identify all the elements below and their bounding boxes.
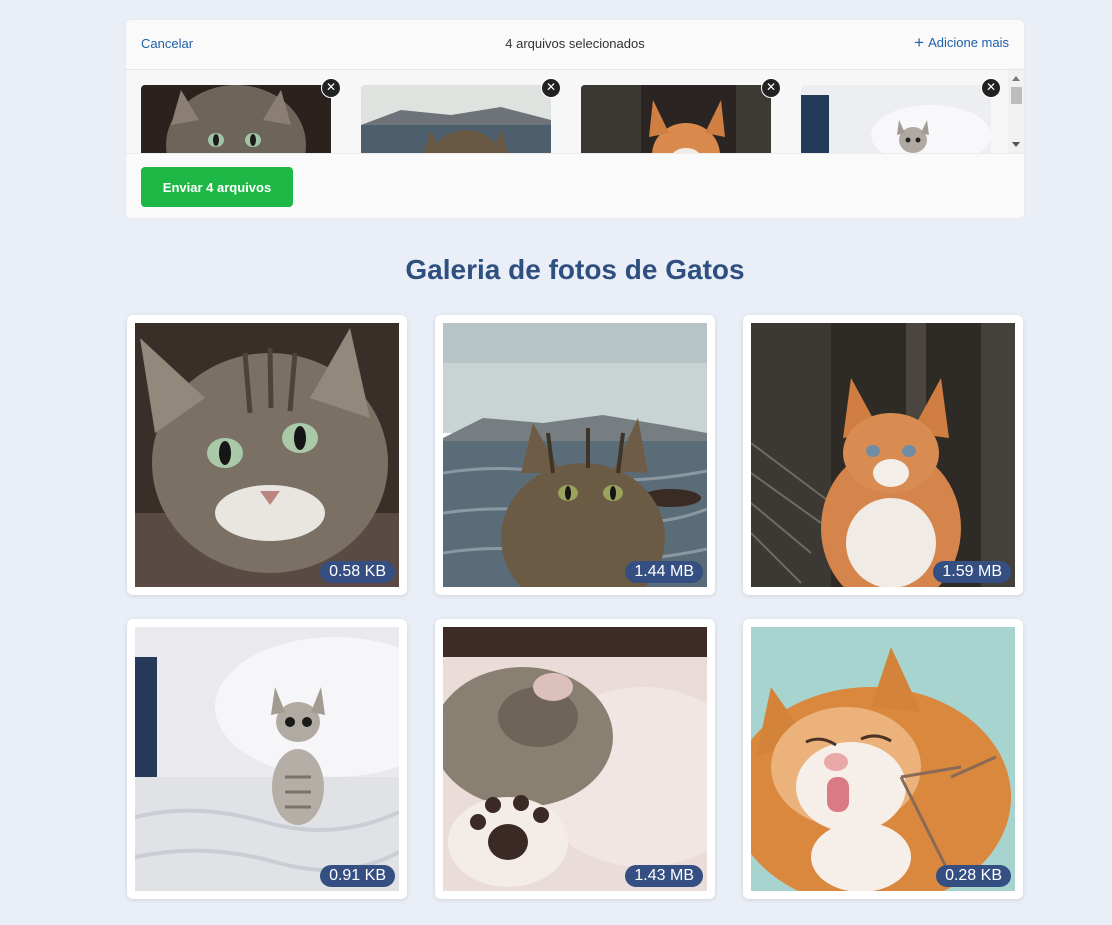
cat-photo[interactable] [443,323,707,587]
file-size-badge: 1.43 MB [625,865,703,887]
file-size-badge: 1.44 MB [625,561,703,583]
remove-file-button-3[interactable]: ✕ [761,78,781,98]
add-more-label: Adicione mais [928,35,1009,50]
gallery-card[interactable]: 1.59 MB [743,315,1023,595]
file-size-badge: 0.58 KB [320,561,395,583]
upload-header: Cancelar 4 arquivos selecionados + Adici… [126,20,1024,70]
cat-photo [801,85,991,153]
thumbnail-orange-kitten [581,85,771,153]
upload-panel: Cancelar 4 arquivos selecionados + Adici… [126,20,1024,218]
thumbnail-tabby-sea [361,85,551,153]
cat-photo[interactable] [751,323,1015,587]
gallery-card[interactable]: 1.43 MB [435,619,715,899]
cat-photo[interactable] [135,323,399,587]
plus-icon: + [914,32,925,52]
cat-photo[interactable] [135,627,399,891]
gallery-title: Galeria de fotos de Gatos [405,254,745,285]
file-size-badge: 1.59 MB [933,561,1011,583]
scrollbar-thumb[interactable] [1011,87,1022,104]
gallery-card[interactable]: 0.28 KB [743,619,1023,899]
send-files-button[interactable]: Enviar 4 arquivos [141,167,293,207]
remove-file-button-1[interactable]: ✕ [321,78,341,98]
file-size-badge: 0.28 KB [936,865,1011,887]
remove-file-button-2[interactable]: ✕ [541,78,561,98]
cat-photo[interactable] [443,627,707,891]
file-size-badge: 0.91 KB [320,865,395,887]
tabby-cat-image [135,323,399,587]
cat-photo [361,85,551,153]
cat-photo [581,85,771,153]
grey-kitten-image [135,627,399,891]
remove-file-button-4[interactable]: ✕ [981,78,1001,98]
gallery-card[interactable]: 1.44 MB [435,315,715,595]
orange-kitten-image [751,323,1015,587]
thumbnail-scrollbar[interactable] [1008,70,1024,153]
sleeping-cat-image [443,627,707,891]
thumbnail-strip: ✕ ✕ ✕ ✕ [126,70,1024,153]
selected-count: 4 arquivos selecionados [505,36,645,51]
upload-footer: Enviar 4 arquivos [126,153,1024,218]
cat-photo [141,85,331,153]
scroll-down-icon[interactable] [1012,142,1020,147]
gallery-card[interactable]: 0.58 KB [127,315,407,595]
orange-cat-image [751,627,1015,891]
gallery-card[interactable]: 0.91 KB [127,619,407,899]
cat-photo[interactable] [751,627,1015,891]
scroll-up-icon[interactable] [1012,76,1020,81]
tabby-sea-image [443,323,707,587]
thumbnail-grey-kitten [801,85,991,153]
thumbnail-tabby-closeup [141,85,331,153]
add-more-button[interactable]: + Adicione mais [914,32,1009,52]
